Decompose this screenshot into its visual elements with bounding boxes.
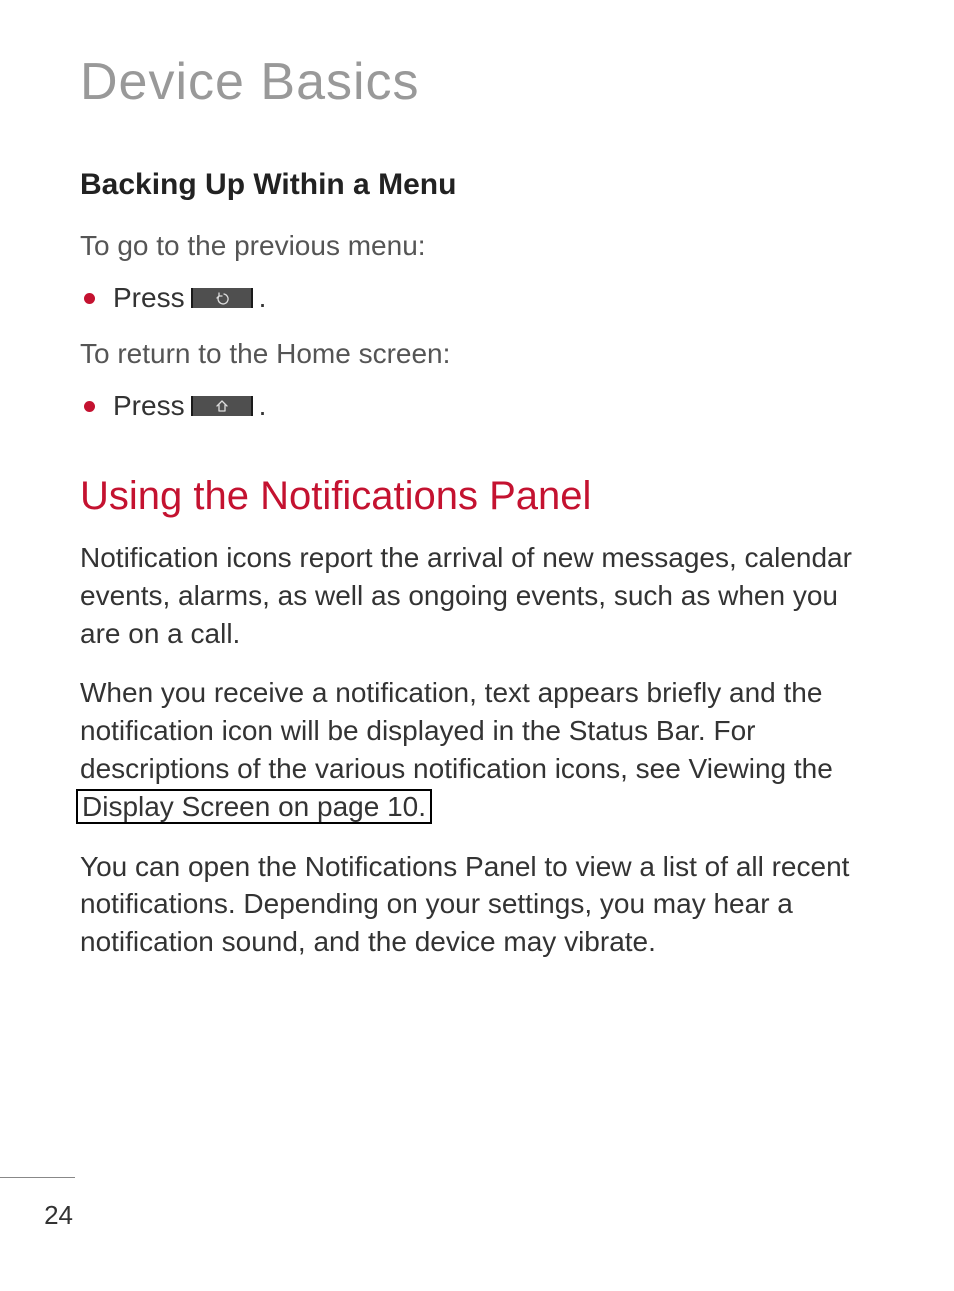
subsection-home-screen: To return to the Home screen:: [80, 338, 874, 370]
section-backing-up-title: Backing Up Within a Menu: [80, 168, 874, 202]
chapter-title: Device Basics: [80, 52, 874, 112]
notifications-para-2: When you receive a notification, text ap…: [80, 674, 874, 825]
press-label: Press: [113, 390, 185, 422]
page-number-container: 24: [0, 1177, 75, 1231]
instruction-press-home: Press .: [84, 390, 874, 422]
section-notifications-title: Using the Notifications Panel: [80, 474, 874, 519]
home-key-icon: [191, 396, 253, 416]
subsection-previous-menu: To go to the previous menu:: [80, 230, 874, 262]
notifications-para-1: Notification icons report the arrival of…: [80, 539, 874, 652]
notifications-para-3: You can open the Notifications Panel to …: [80, 848, 874, 961]
back-arrow-icon: [215, 291, 229, 305]
bullet-icon: [84, 293, 95, 304]
back-key-icon: [191, 288, 253, 308]
press-suffix: .: [259, 282, 267, 314]
bullet-icon: [84, 401, 95, 412]
instruction-press-back: Press .: [84, 282, 874, 314]
press-suffix: .: [259, 390, 267, 422]
page-number: 24: [44, 1200, 75, 1230]
home-icon: [215, 399, 229, 413]
para-2-text: When you receive a notification, text ap…: [80, 677, 833, 784]
cross-reference-link[interactable]: Display Screen on page 10.: [76, 789, 432, 824]
press-label: Press: [113, 282, 185, 314]
